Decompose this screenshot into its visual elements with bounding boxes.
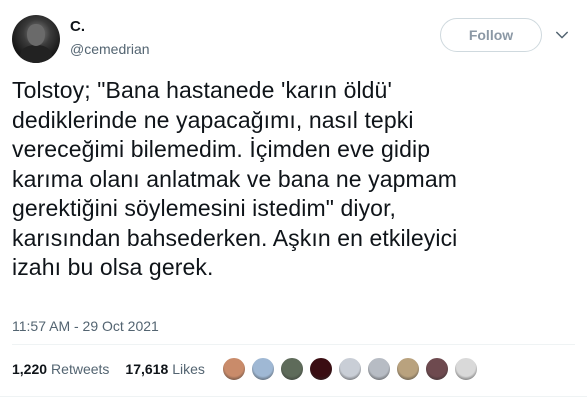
liker-avatar[interactable] (396, 357, 420, 381)
chevron-down-icon[interactable] (553, 26, 571, 44)
author-names: C. @cemedrian (70, 17, 150, 59)
likes-count: 17,618 (125, 361, 169, 377)
liker-avatar[interactable] (367, 357, 391, 381)
liker-avatar[interactable] (454, 357, 478, 381)
tweet-card: C. @cemedrian Follow Tolstoy; "Bana hast… (0, 0, 587, 401)
liker-avatar[interactable] (222, 357, 246, 381)
liker-avatar[interactable] (338, 357, 362, 381)
liker-avatars (222, 355, 483, 383)
avatar[interactable] (12, 15, 60, 63)
liker-avatar[interactable] (251, 357, 275, 381)
tweet-timestamp[interactable]: 11:57 AM - 29 Oct 2021 (12, 317, 159, 335)
liker-avatar[interactable] (280, 357, 304, 381)
avatar-figure-body (20, 45, 52, 63)
retweets-count: 1,220 (12, 361, 48, 377)
liker-avatar[interactable] (425, 357, 449, 381)
divider (12, 344, 575, 345)
divider (0, 396, 587, 397)
author-handle[interactable]: @cemedrian (70, 39, 150, 59)
retweets-label: Retweets (51, 361, 110, 377)
likes-stat[interactable]: 17,618 Likes (125, 358, 205, 380)
tweet-text: Tolstoy; "Bana hastanede 'karın öldü' de… (12, 77, 458, 280)
follow-button[interactable]: Follow (440, 18, 542, 52)
retweets-stat[interactable]: 1,220 Retweets (12, 358, 109, 380)
tweet-header: C. @cemedrian Follow (12, 12, 575, 64)
liker-avatar[interactable] (309, 357, 333, 381)
tweet-stats: 1,220 Retweets 17,618 Likes (12, 358, 221, 380)
likes-label: Likes (172, 361, 205, 377)
author-display-name[interactable]: C. (70, 17, 150, 37)
avatar-figure-face (27, 24, 45, 46)
